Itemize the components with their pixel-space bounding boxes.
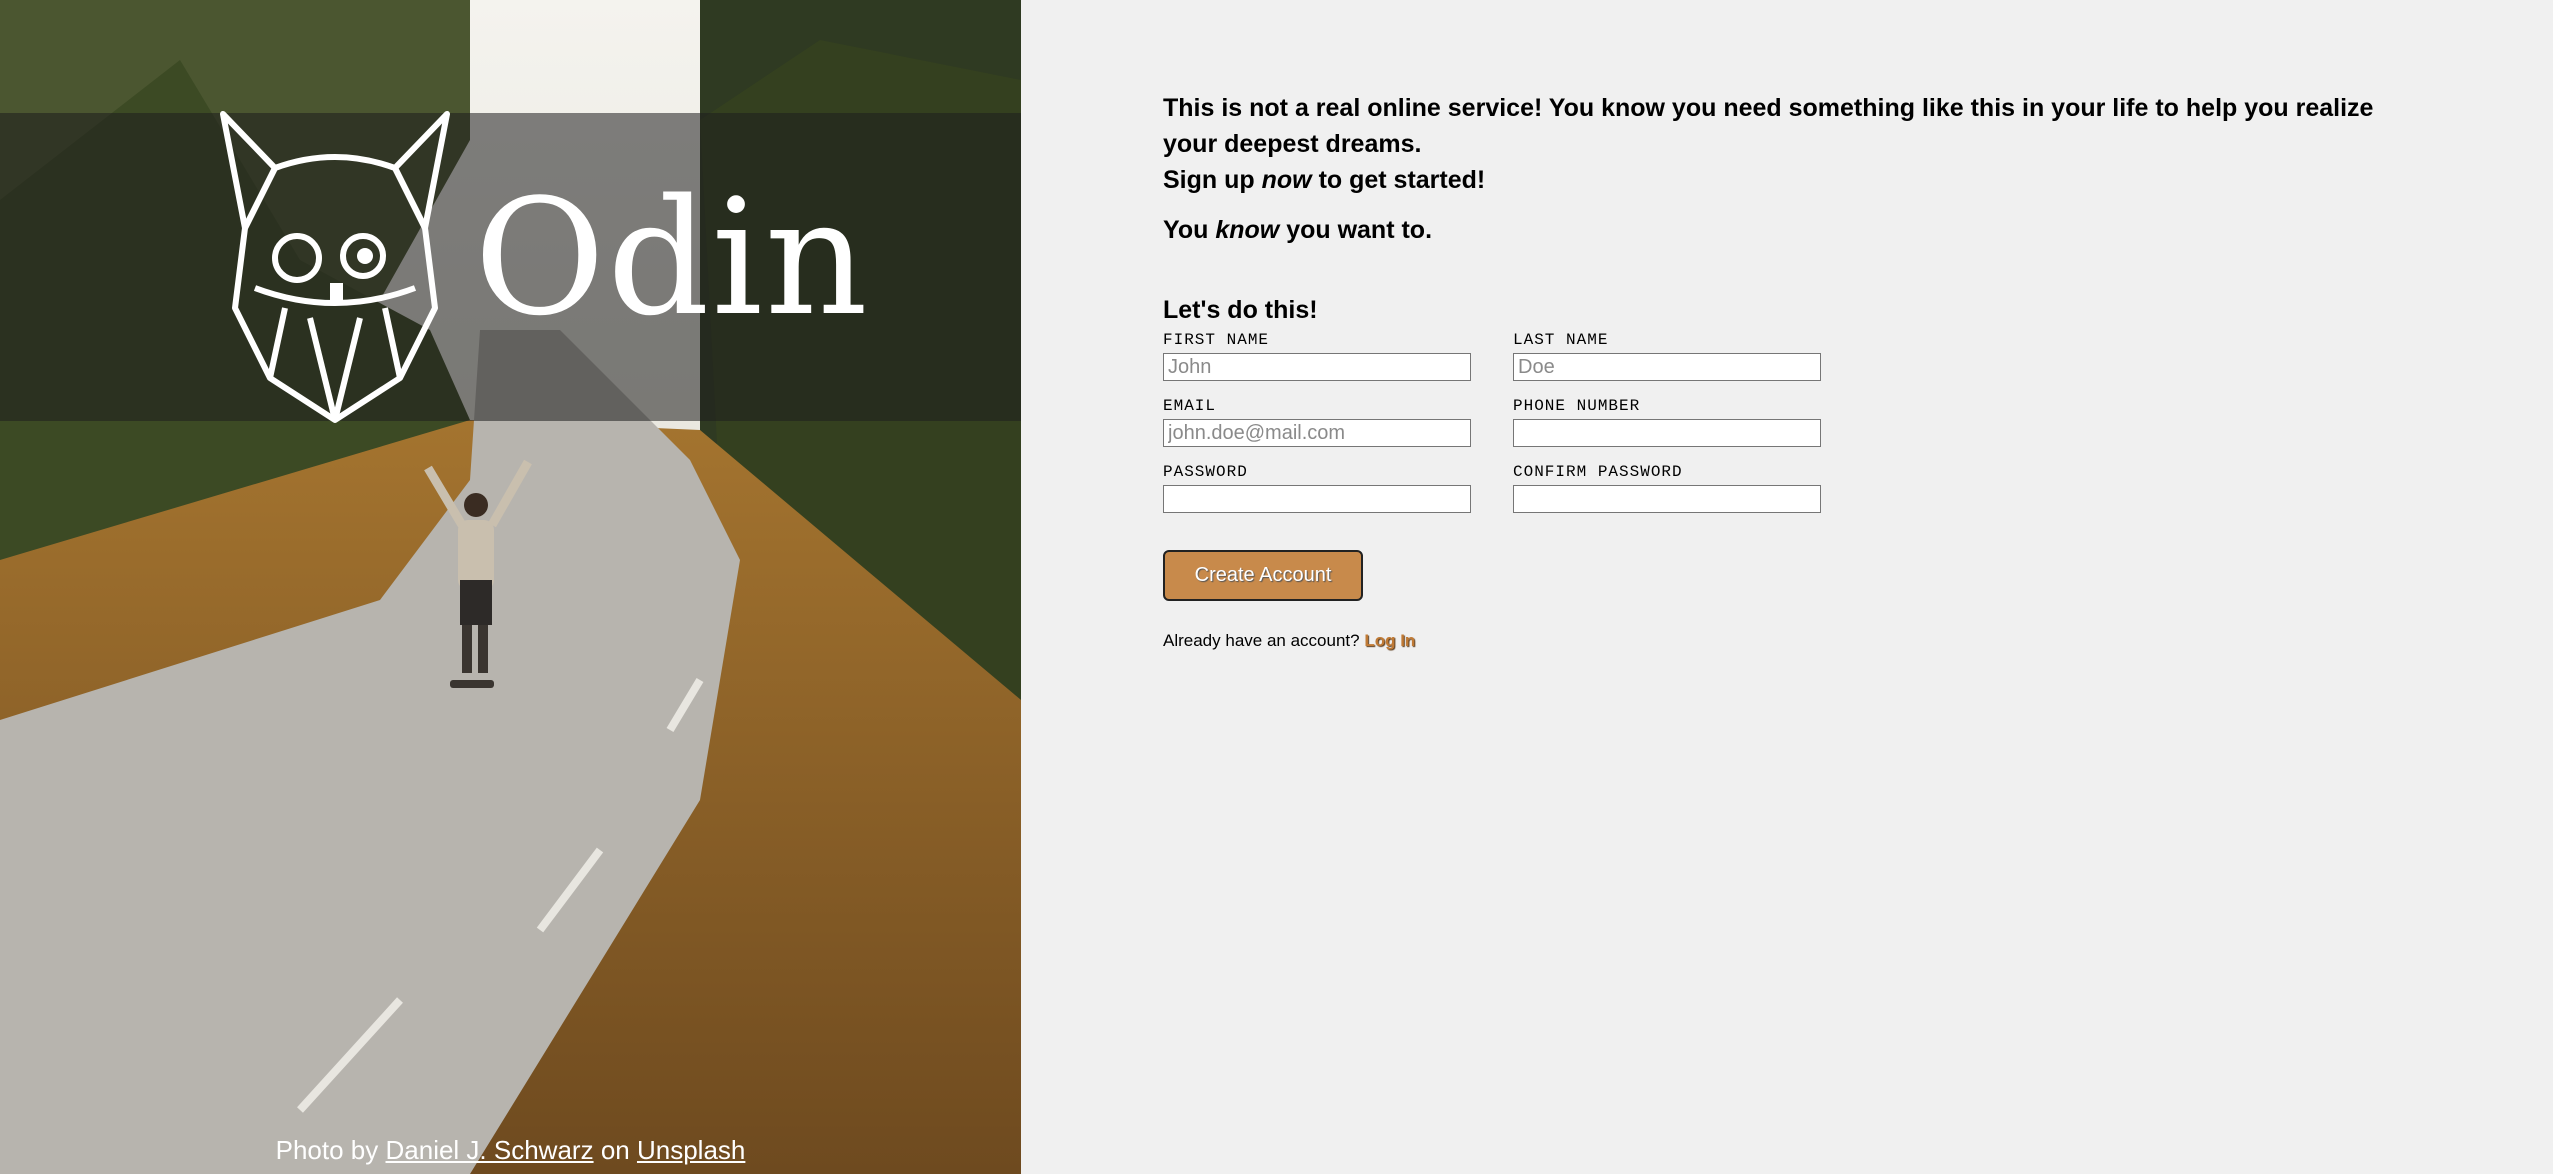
- intro-line3-pre: You: [1163, 216, 1209, 244]
- intro-line2-em: now: [1261, 166, 1312, 194]
- intro-line3: You know you want to.: [1163, 212, 2423, 248]
- last-name-input[interactable]: [1513, 353, 1821, 381]
- login-prompt: Already have an account? Log In: [1163, 631, 2423, 651]
- phone-label: PHONE NUMBER: [1513, 397, 1641, 415]
- first-name-group: FIRST NAME: [1163, 331, 1471, 381]
- credit-site-link[interactable]: Unsplash: [637, 1135, 745, 1165]
- first-name-input[interactable]: [1163, 353, 1471, 381]
- odin-viking-head-icon: [220, 111, 450, 423]
- form-grid: FIRST NAME LAST NAME EMAIL PHONE NUMBER …: [1163, 331, 2423, 513]
- login-link[interactable]: Log In: [1364, 631, 1415, 650]
- phone-input[interactable]: [1513, 419, 1821, 447]
- last-name-label: LAST NAME: [1513, 331, 1609, 349]
- signup-content: This is not a real online service! You k…: [1163, 90, 2423, 651]
- password-group: PASSWORD: [1163, 463, 1471, 513]
- credit-middle: on: [600, 1135, 630, 1165]
- form-title: Let's do this!: [1163, 296, 1318, 324]
- email-group: EMAIL: [1163, 397, 1471, 447]
- intro-line2-pre: Sign up: [1163, 166, 1255, 194]
- phone-group: PHONE NUMBER: [1513, 397, 1821, 447]
- intro-line3-post: you want to.: [1286, 216, 1433, 244]
- last-name-group: LAST NAME: [1513, 331, 1821, 381]
- create-account-button[interactable]: Create Account: [1163, 550, 1363, 601]
- intro-line3-em: know: [1215, 216, 1280, 244]
- password-input[interactable]: [1163, 485, 1471, 513]
- logo-wordmark: Odin: [474, 164, 870, 351]
- credit-prefix: Photo by: [275, 1135, 379, 1165]
- login-prompt-text: Already have an account?: [1163, 631, 1360, 650]
- intro-line2-post: to get started!: [1318, 166, 1486, 194]
- intro-line1: This is not a real online service! You k…: [1163, 94, 2374, 158]
- signup-form: FIRST NAME LAST NAME EMAIL PHONE NUMBER …: [1163, 331, 2423, 601]
- email-input[interactable]: [1163, 419, 1471, 447]
- photo-credit: Photo by Daniel J. Schwarz on Unsplash: [0, 1135, 1021, 1166]
- hero-image-panel: Odin Photo by Daniel J. Schwarz on Unspl…: [0, 0, 1021, 1174]
- first-name-label: FIRST NAME: [1163, 331, 1270, 349]
- credit-author-link[interactable]: Daniel J. Schwarz: [386, 1135, 594, 1165]
- intro-text: This is not a real online service! You k…: [1163, 90, 2413, 198]
- confirm-password-label: CONFIRM PASSWORD: [1513, 463, 1683, 481]
- confirm-password-input[interactable]: [1513, 485, 1821, 513]
- confirm-password-group: CONFIRM PASSWORD: [1513, 463, 1821, 513]
- password-label: PASSWORD: [1163, 463, 1248, 481]
- email-label: EMAIL: [1163, 397, 1217, 415]
